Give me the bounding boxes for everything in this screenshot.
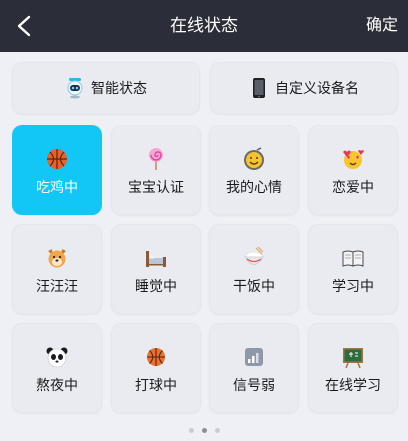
robot-icon [67,78,83,99]
status-label: 恋爱中 [332,179,374,195]
smile-face-icon [244,147,264,170]
status-label: 打球中 [135,377,177,393]
phone-icon [253,78,265,98]
status-label: 在线学习 [325,377,381,393]
page-dot[interactable] [188,428,194,433]
lollipop-icon [149,148,163,170]
page-title: 在线状态 [170,16,238,35]
smart-status-button[interactable]: 智能状态 [12,62,200,114]
panda-icon [46,347,68,368]
status-label: 信号弱 [233,377,275,393]
status-label: 我的心情 [226,179,282,195]
status-label: 干饭中 [233,278,275,294]
page-dot-active[interactable] [201,428,207,433]
status-label: 睡觉中 [135,278,177,294]
status-tile-eating[interactable]: 干饭中 [209,224,299,314]
status-tile-my-mood[interactable]: 我的心情 [209,125,299,215]
heart-face-icon [343,150,364,169]
top-bar: 在线状态 确定 [0,0,408,52]
bed-icon [146,251,166,267]
status-tile-weak-signal[interactable]: 信号弱 [209,323,299,413]
top-options: 智能状态 自定义设备名 [12,62,398,114]
confirm-button[interactable]: 确定 [366,0,398,52]
status-label: 学习中 [332,278,374,294]
basketball-icon [147,348,165,366]
page-dot[interactable] [214,428,220,433]
status-tile-online-learning[interactable]: 在线学习 [308,323,398,413]
custom-device-name-label: 自定义设备名 [275,80,359,96]
status-label: 熬夜中 [36,377,78,393]
rice-bowl-icon [244,246,264,265]
status-label: 吃鸡中 [36,179,78,195]
status-tile-baby-verified[interactable]: 宝宝认证 [111,125,201,215]
status-label: 宝宝认证 [128,179,184,195]
status-tile-in-love[interactable]: 恋爱中 [308,125,398,215]
signal-icon [245,348,263,366]
status-label: 汪汪汪 [36,278,78,294]
status-tile-woof[interactable]: 汪汪汪 [12,224,102,314]
chalkboard-icon [343,348,363,369]
status-tile-gaming[interactable]: 吃鸡中 [12,125,102,215]
page-indicator [0,428,408,436]
book-icon [342,250,364,267]
status-grid: 吃鸡中 宝宝认证 我的心情 恋爱中 汪汪汪 睡觉中 干饭中 学习中 熬夜中 打球… [12,125,398,415]
custom-device-name-button[interactable]: 自定义设备名 [210,62,398,114]
dog-icon [48,249,66,268]
smart-status-label: 智能状态 [91,80,147,96]
status-tile-staying-up[interactable]: 熬夜中 [12,323,102,413]
status-tile-studying[interactable]: 学习中 [308,224,398,314]
status-tile-playing-ball[interactable]: 打球中 [111,323,201,413]
basketball-icon [47,149,67,169]
status-tile-sleeping[interactable]: 睡觉中 [111,224,201,314]
